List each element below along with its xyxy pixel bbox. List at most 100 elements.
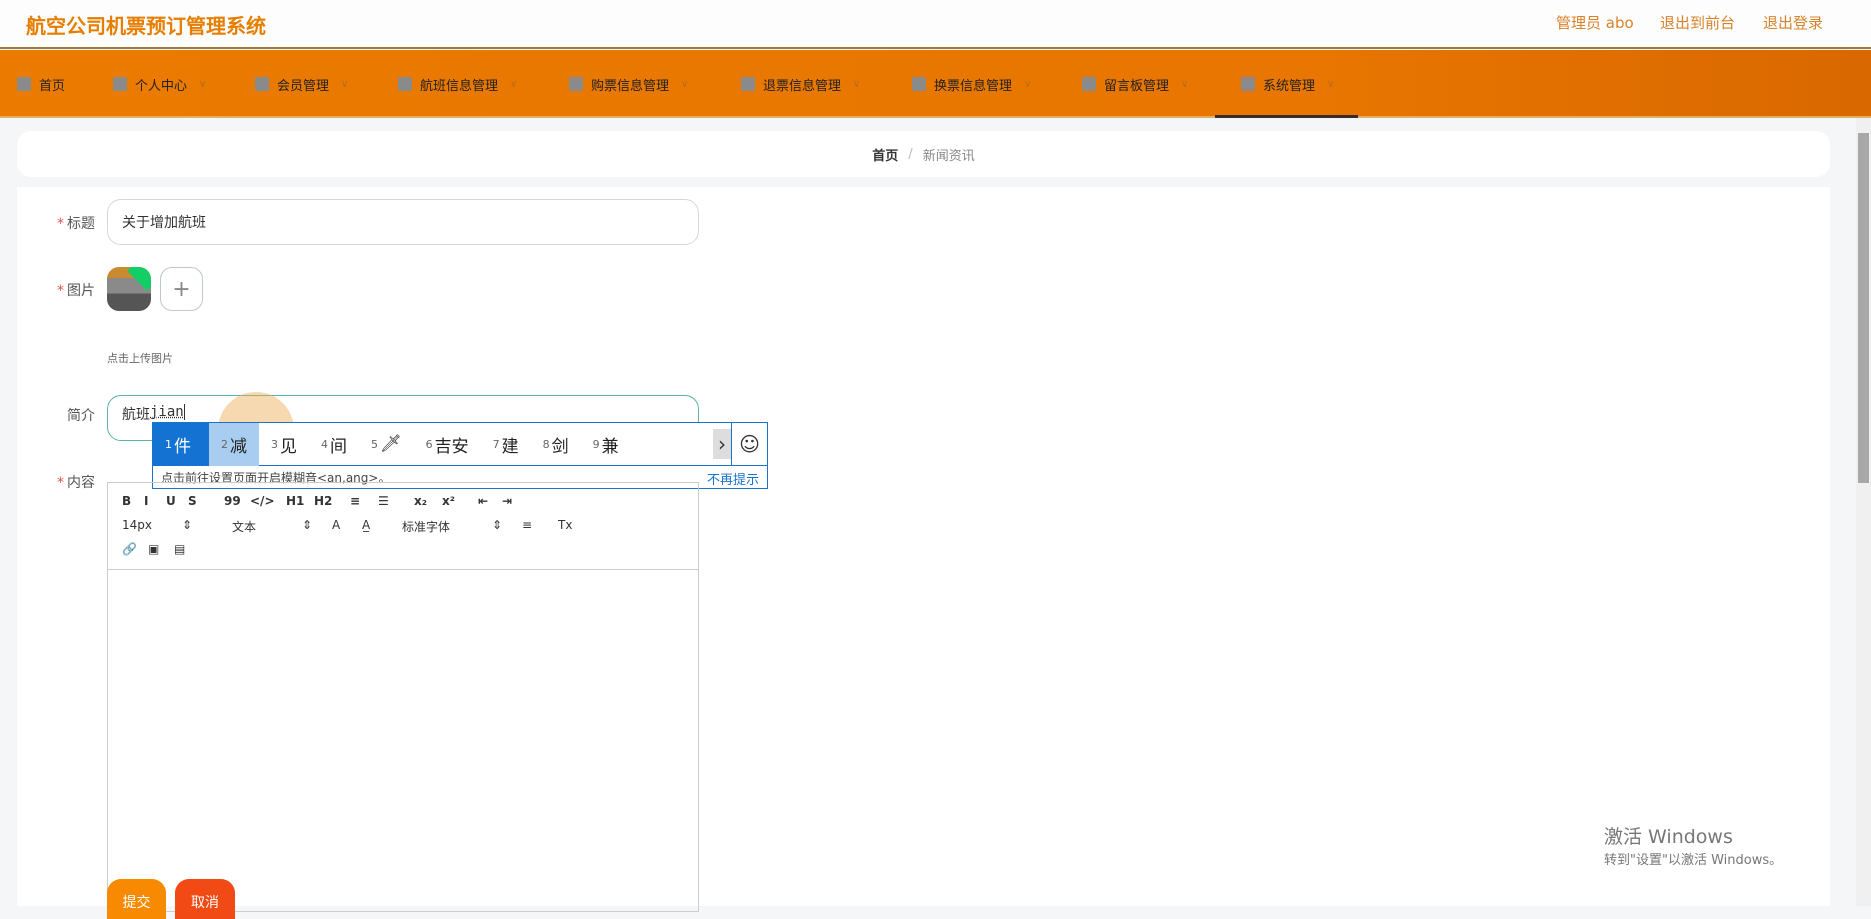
nav-item-label: 个人中心: [135, 78, 188, 94]
logout-link[interactable]: 退出登录: [1763, 12, 1823, 33]
breadcrumb-home[interactable]: 首页: [872, 145, 898, 164]
intro-label: 简介: [67, 408, 95, 424]
nav-item-label: 会员管理: [277, 78, 330, 94]
uploaded-image-thumbnail[interactable]: [107, 267, 151, 311]
nav-item-label: 换票信息管理: [934, 78, 1013, 94]
nav-item-1[interactable]: 个人中心 ∨: [113, 50, 206, 118]
ime-candidate[interactable]: 4间: [309, 423, 359, 466]
align-icon[interactable]: ≡: [522, 518, 558, 535]
nav-item-label: 航班信息管理: [420, 78, 499, 94]
brush-icon: [912, 77, 926, 91]
nav-item-3[interactable]: 航班信息管理 ∨: [398, 50, 517, 118]
link-icon[interactable]: 🔗: [122, 542, 148, 556]
toolbar-divider: [108, 569, 698, 570]
breadcrumb-current: 新闻资讯: [922, 148, 975, 164]
nav-item-2[interactable]: 会员管理 ∨: [255, 50, 348, 118]
toolbar-button-5-icon[interactable]: </>: [250, 494, 286, 508]
toolbar-button-4-icon[interactable]: 99: [224, 494, 250, 508]
ime-composition-text: jian: [150, 404, 185, 420]
title-input-value: 关于增加航班: [122, 215, 206, 231]
clear-format-icon[interactable]: Tx: [558, 518, 588, 535]
breadcrumb: 首页 / 新闻资讯: [17, 131, 1830, 177]
main-nav: 首页 个人中心 ∨ 会员管理 ∨ 航班信息管理 ∨ 购票信息管理 ∨ 退票信息管理 ∨ 换票信息管理 ∨…: [0, 50, 1871, 118]
admin-user-link[interactable]: 管理员 abo: [1556, 12, 1634, 33]
font-color-icon[interactable]: A: [332, 518, 362, 535]
copy-icon: [741, 77, 755, 91]
back-to-front-link[interactable]: 退出到前台: [1660, 12, 1735, 33]
chevron-down-icon: ∨: [199, 78, 207, 90]
add-image-button[interactable]: +: [160, 267, 203, 311]
member-icon: [255, 77, 269, 91]
toolbar-button-0-icon[interactable]: B: [122, 494, 144, 508]
ime-candidate[interactable]: 8剑: [531, 423, 581, 466]
nav-item-8[interactable]: 系统管理 ∨: [1241, 50, 1334, 118]
header-select[interactable]: 文本: [232, 518, 302, 535]
toolbar-button-6-icon[interactable]: H1: [286, 494, 314, 508]
nav-item-7[interactable]: 留言板管理 ∨: [1082, 50, 1188, 118]
nav-item-label: 首页: [39, 78, 66, 94]
gear-icon: [1241, 77, 1255, 91]
chevron-down-icon: ∨: [1327, 78, 1335, 90]
intro-input-value: 航班: [122, 407, 150, 423]
windows-watermark-title: 激活 Windows: [1604, 826, 1733, 848]
message-icon: [1082, 77, 1096, 91]
font-family-select[interactable]: 标准字体: [402, 518, 492, 535]
rich-text-editor[interactable]: B I U S 99 </> H1 H2 ≡ ☰ x₂ x² ⇤ ⇥ 14px ⇕ 文本 ⇕ A A̲ 标准字体…: [107, 482, 699, 912]
toolbar-button-1-icon[interactable]: I: [144, 494, 166, 508]
ime-candidate[interactable]: 9兼: [581, 423, 631, 466]
video-icon[interactable]: ▤: [174, 542, 200, 556]
ime-next-page-button[interactable]: ›: [713, 429, 731, 459]
nav-item-label: 退票信息管理: [763, 78, 842, 94]
nav-item-4[interactable]: 购票信息管理 ∨: [569, 50, 688, 118]
toolbar-button-3-icon[interactable]: S: [188, 494, 224, 508]
ime-candidate-popup: 1 件 2 减 3 见 4 间 5 🗡 6 吉安 7 建 8 剑 9 兼 › ☺ 点击前往设置页面开启模糊音<an,a…: [152, 422, 768, 489]
upload-hint: 点击上传图片: [107, 352, 173, 365]
background-color-icon[interactable]: A̲: [362, 518, 402, 535]
nav-item-0[interactable]: 首页: [17, 50, 65, 118]
chevron-down-icon: ∨: [1024, 78, 1032, 90]
toolbar-button-8-icon[interactable]: ≡: [350, 494, 378, 508]
title-input[interactable]: 关于增加航班: [107, 199, 699, 245]
ime-candidate[interactable]: 3见: [259, 423, 309, 466]
toolbar-button-11-icon[interactable]: x²: [442, 494, 478, 508]
toolbar-button-13-icon[interactable]: ⇥: [502, 494, 526, 508]
image-label: * 图片: [57, 283, 95, 299]
nav-item-label: 购票信息管理: [591, 78, 670, 94]
font-size-select[interactable]: 14px: [122, 518, 182, 535]
toolbar-button-12-icon[interactable]: ⇤: [478, 494, 502, 508]
select-arrows-icon: ⇕: [182, 518, 193, 532]
cancel-button[interactable]: 取消: [175, 879, 235, 919]
nav-item-6[interactable]: 换票信息管理 ∨: [912, 50, 1031, 118]
nav-item-5[interactable]: 退票信息管理 ∨: [741, 50, 860, 118]
nav-item-label: 系统管理: [1263, 78, 1316, 94]
ime-candidate[interactable]: 6 吉安: [414, 423, 481, 466]
chevron-down-icon: ∨: [341, 78, 349, 90]
user-icon: [113, 77, 127, 91]
ime-candidate[interactable]: 1件: [153, 422, 209, 466]
content-label: * 内容: [57, 475, 95, 491]
nav-active-indicator: [1215, 115, 1358, 118]
list-icon: [398, 77, 412, 91]
toolbar-button-9-icon[interactable]: ☰: [378, 494, 414, 508]
submit-button[interactable]: 提交: [107, 879, 166, 919]
select-arrows-icon: ⇕: [492, 518, 503, 532]
chevron-down-icon: ∨: [681, 78, 689, 90]
ime-candidate[interactable]: 2减: [209, 422, 259, 466]
breadcrumb-separator: /: [908, 146, 913, 162]
list-icon: [569, 77, 583, 91]
ime-candidate[interactable]: 7建: [481, 423, 531, 466]
toolbar-button-10-icon[interactable]: x₂: [414, 494, 442, 508]
ime-dismiss-link[interactable]: 不再提示: [707, 469, 759, 488]
scrollbar-thumb[interactable]: [1858, 133, 1869, 483]
emoji-icon[interactable]: ☺: [731, 422, 767, 466]
toolbar-button-2-icon[interactable]: U: [166, 494, 188, 508]
image-icon[interactable]: ▣: [148, 542, 174, 556]
chevron-down-icon: ∨: [510, 78, 518, 90]
ime-candidate[interactable]: 5 🗡: [359, 423, 414, 466]
nav-item-label: 留言板管理: [1104, 78, 1170, 94]
chevron-down-icon: ∨: [1181, 78, 1189, 90]
home-icon: [17, 77, 31, 91]
toolbar-button-7-icon[interactable]: H2: [314, 494, 350, 508]
windows-watermark-subtitle: 转到"设置"以激活 Windows。: [1604, 853, 1783, 868]
select-arrows-icon: ⇕: [302, 518, 313, 532]
